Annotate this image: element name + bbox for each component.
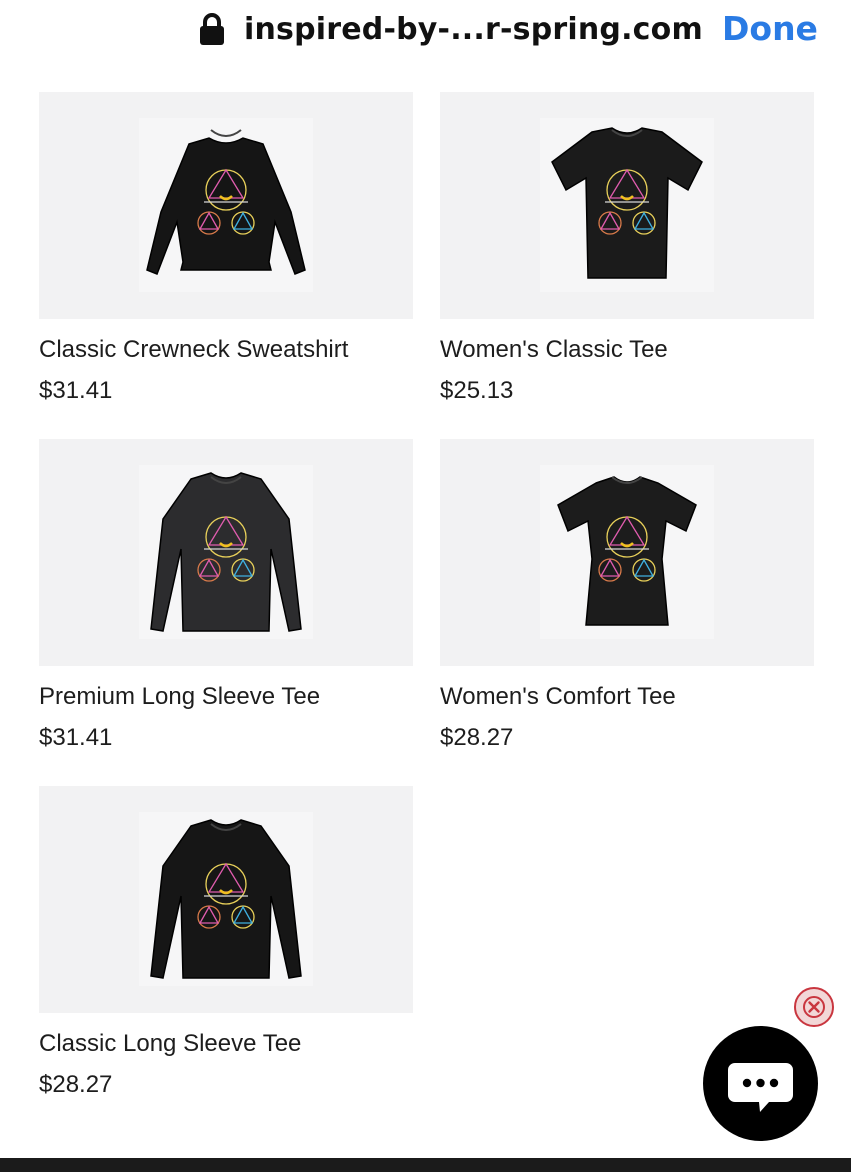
product-price: $31.41 [39, 724, 113, 751]
product-name[interactable]: Women's Comfort Tee [440, 683, 676, 711]
product-name[interactable]: Classic Crewneck Sweatshirt [39, 336, 348, 364]
chat-bubble-icon [728, 1063, 793, 1112]
product-image[interactable] [39, 786, 413, 1013]
chat-widget-button[interactable] [703, 1026, 818, 1141]
browser-top-bar: inspired-by-...r-spring.com Done [0, 0, 851, 62]
product-price: $25.13 [440, 377, 514, 404]
close-icon[interactable] [794, 987, 834, 1027]
product-price: $28.27 [39, 1071, 113, 1098]
product-image[interactable] [440, 92, 814, 319]
product-price: $28.27 [440, 724, 514, 751]
lock-icon [198, 12, 226, 46]
product-card[interactable]: Women's Comfort Tee $28.27 [440, 439, 814, 751]
product-image[interactable] [39, 439, 413, 666]
product-image[interactable] [39, 92, 413, 319]
bottom-toolbar [0, 1158, 851, 1172]
garment-illustration [150, 472, 302, 632]
garment-illustration [551, 127, 703, 279]
url-text: inspired-by-...r-spring.com [244, 11, 703, 47]
product-card[interactable]: Classic Crewneck Sweatshirt $31.41 [39, 92, 413, 404]
product-image[interactable] [440, 439, 814, 666]
product-price: $31.41 [39, 377, 113, 404]
garment-illustration [150, 819, 302, 979]
garment-illustration [146, 129, 306, 275]
url-display[interactable]: inspired-by-...r-spring.com [198, 8, 703, 50]
product-card[interactable]: Women's Classic Tee $25.13 [440, 92, 814, 404]
product-name[interactable]: Classic Long Sleeve Tee [39, 1030, 301, 1058]
product-name[interactable]: Women's Classic Tee [440, 336, 668, 364]
product-card[interactable]: Premium Long Sleeve Tee $31.41 [39, 439, 413, 751]
done-button[interactable]: Done [722, 8, 818, 50]
product-card[interactable]: Classic Long Sleeve Tee $28.27 [39, 786, 413, 1098]
garment-illustration [557, 476, 697, 626]
product-name[interactable]: Premium Long Sleeve Tee [39, 683, 320, 711]
